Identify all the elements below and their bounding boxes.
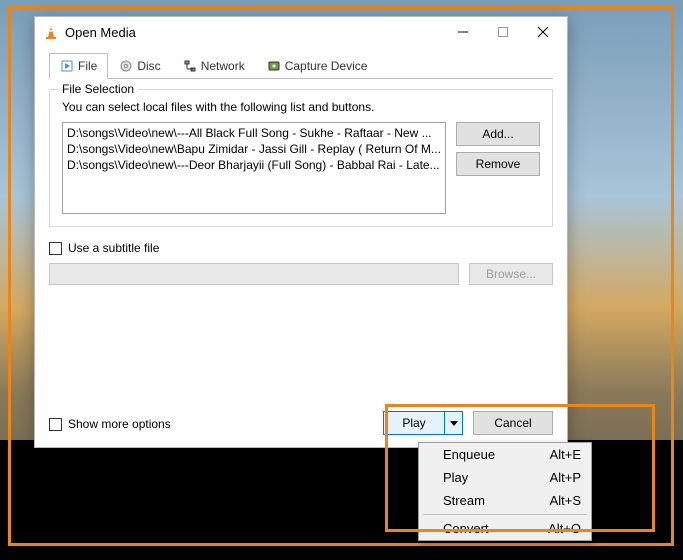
open-media-dialog: Open Media File — [34, 16, 568, 448]
titlebar: Open Media — [35, 17, 567, 47]
dropdown-shortcut: Alt+S — [550, 493, 581, 508]
tab-file[interactable]: File — [49, 53, 108, 79]
tab-file-label: File — [78, 59, 97, 73]
dropdown-shortcut: Alt+E — [550, 447, 581, 462]
network-icon — [183, 59, 197, 73]
add-button[interactable]: Add... — [456, 122, 540, 146]
dropdown-label: Convert — [443, 521, 489, 536]
tab-disc[interactable]: Disc — [108, 53, 171, 79]
file-list-item[interactable]: D:\songs\Video\new\Bapu Zimidar - Jassi … — [67, 141, 441, 157]
file-list-item[interactable]: D:\songs\Video\new\---All Black Full Son… — [67, 125, 441, 141]
show-more-checkbox[interactable] — [49, 418, 62, 431]
dropdown-shortcut: Alt+O — [548, 521, 581, 536]
tab-network[interactable]: Network — [172, 53, 256, 79]
file-icon — [60, 59, 74, 73]
remove-button[interactable]: Remove — [456, 152, 540, 176]
dropdown-shortcut: Alt+P — [550, 470, 581, 485]
dropdown-separator — [423, 514, 587, 515]
tab-capture[interactable]: Capture Device — [256, 53, 379, 79]
dropdown-label: Play — [443, 470, 468, 485]
play-button[interactable]: Play — [383, 411, 463, 435]
dropdown-item-enqueue[interactable]: Enqueue Alt+E — [419, 443, 591, 466]
file-selection-legend: File Selection — [58, 82, 138, 96]
file-list[interactable]: D:\songs\Video\new\---All Black Full Son… — [62, 122, 446, 214]
dropdown-label: Stream — [443, 493, 485, 508]
tabs: File Disc Network Capture Device — [49, 53, 553, 79]
dropdown-label: Enqueue — [443, 447, 495, 462]
cancel-button[interactable]: Cancel — [473, 411, 553, 435]
disc-icon — [119, 59, 133, 73]
play-dropdown-menu: Enqueue Alt+E Play Alt+P Stream Alt+S Co… — [418, 442, 592, 541]
maximize-button[interactable] — [483, 18, 523, 46]
play-dropdown-arrow[interactable] — [444, 412, 462, 434]
dropdown-item-convert[interactable]: Convert Alt+O — [419, 517, 591, 540]
tab-capture-label: Capture Device — [285, 59, 368, 73]
subtitle-checkbox[interactable] — [49, 242, 62, 255]
vlc-cone-icon — [43, 24, 59, 40]
browse-button: Browse... — [469, 263, 553, 285]
subtitle-path-input — [49, 263, 459, 285]
play-button-label: Play — [384, 416, 444, 430]
window-title: Open Media — [65, 25, 136, 40]
tab-network-label: Network — [201, 59, 245, 73]
close-button[interactable] — [523, 18, 563, 46]
dropdown-item-play[interactable]: Play Alt+P — [419, 466, 591, 489]
subtitle-checkbox-label: Use a subtitle file — [68, 241, 159, 255]
file-selection-group: File Selection You can select local file… — [49, 89, 553, 227]
tab-disc-label: Disc — [137, 59, 160, 73]
capture-icon — [267, 59, 281, 73]
file-list-item[interactable]: D:\songs\Video\new\---Deor Bharjayii (Fu… — [67, 157, 441, 173]
dropdown-item-stream[interactable]: Stream Alt+S — [419, 489, 591, 512]
show-more-label: Show more options — [68, 417, 171, 431]
file-selection-help: You can select local files with the foll… — [62, 100, 540, 114]
minimize-button[interactable] — [443, 18, 483, 46]
